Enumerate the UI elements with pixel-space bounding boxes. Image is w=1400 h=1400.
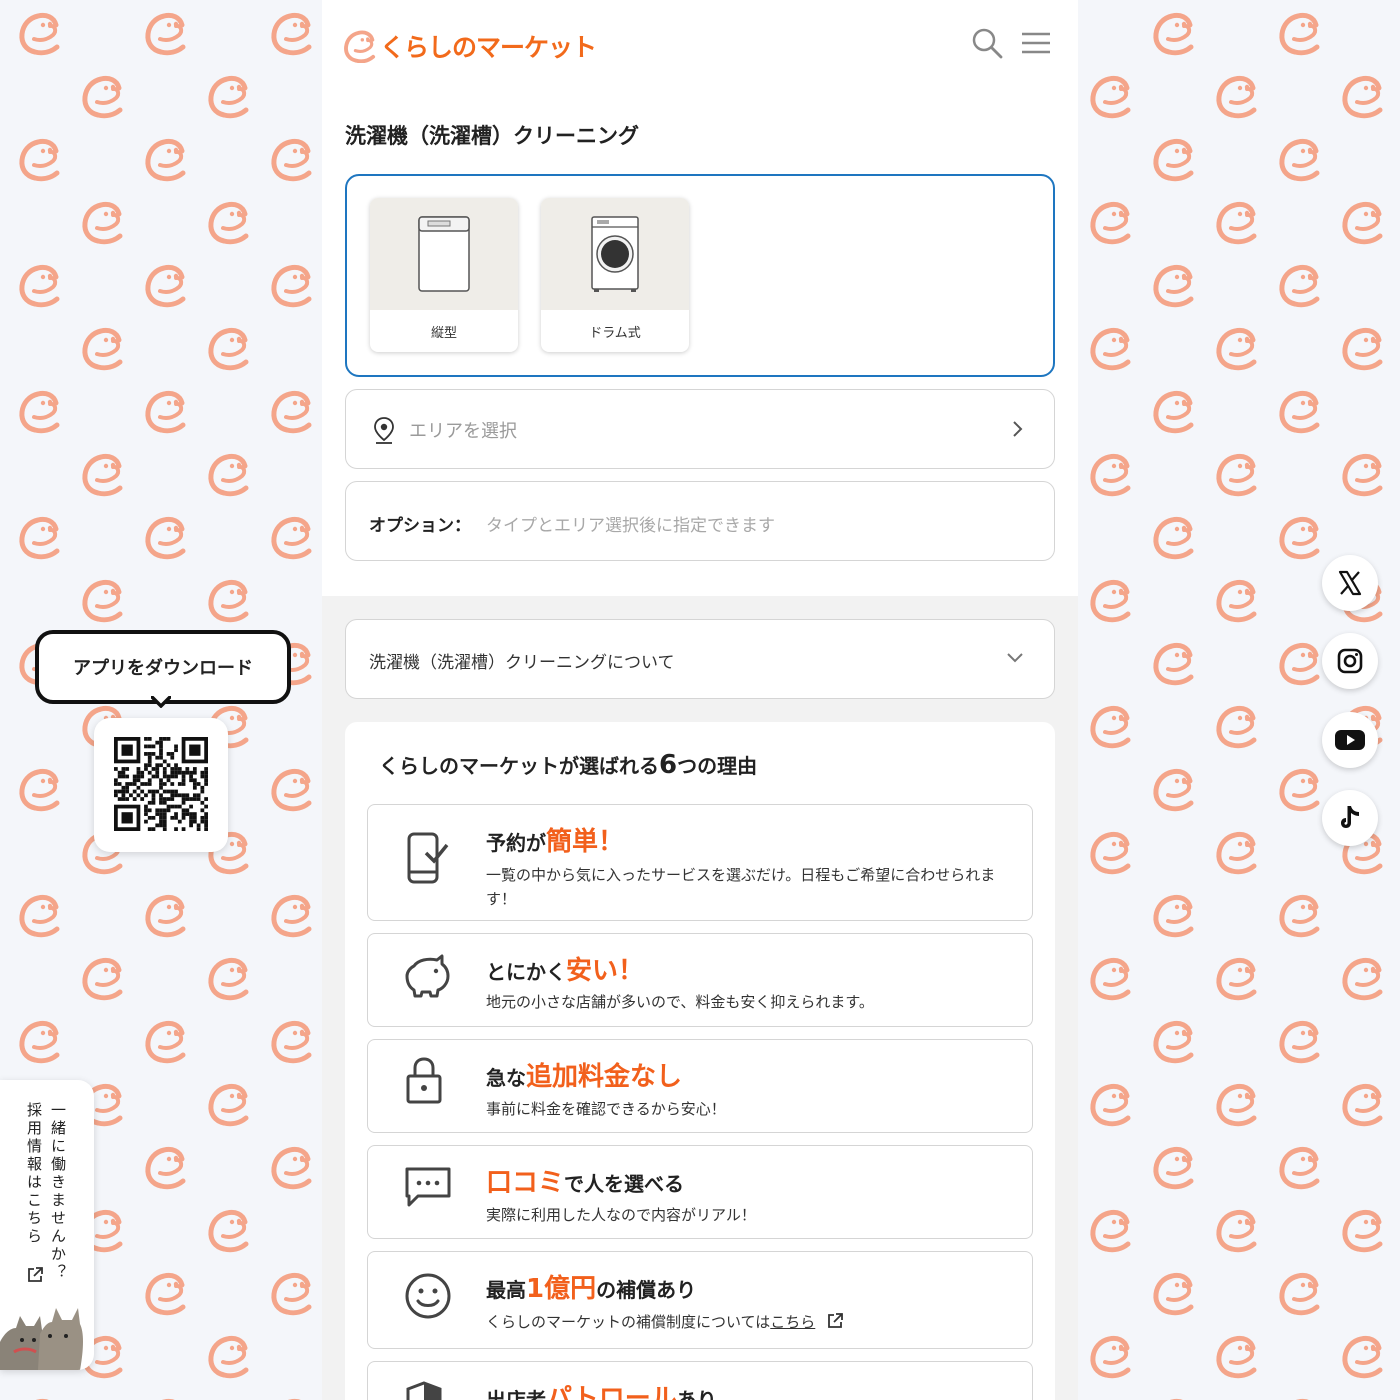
site-header: くらしのマーケット xyxy=(322,0,1078,86)
recruit-line1: 一緒に働きませんか？ xyxy=(49,1102,67,1282)
page-title: 洗濯機（洗濯槽）クリーニング xyxy=(345,124,639,148)
area-placeholder: エリアを選択 xyxy=(409,421,517,442)
x-icon xyxy=(1338,570,1362,596)
instagram-icon xyxy=(1337,648,1363,674)
recruit-tab[interactable]: 一緒に働きませんか？ 採用情報はこちら xyxy=(0,1080,94,1370)
youtube-link[interactable] xyxy=(1322,712,1378,768)
piggy-bank-icon xyxy=(405,954,450,998)
logo-text: くらしのマーケット xyxy=(380,33,597,62)
tiktok-link[interactable] xyxy=(1322,790,1378,846)
app-qr-card[interactable] xyxy=(94,718,228,852)
recruit-line2: 採用情報はこちら xyxy=(25,1102,43,1246)
external-link-icon xyxy=(28,1267,43,1282)
main-column: くらしのマーケット 洗濯機（洗濯槽）クリーニング 縦型 ドラム式 エリアを選択 … xyxy=(322,0,1078,1400)
reasons-section: くらしのマーケットが選ばれる6つの理由 予約が簡単！ 一覧の中から気に入ったサー… xyxy=(345,722,1055,1400)
app-download-bubble[interactable]: アプリをダウンロード xyxy=(35,630,291,704)
search-icon[interactable] xyxy=(970,26,1004,60)
qr-code xyxy=(114,737,208,831)
bubble-tail xyxy=(151,696,171,708)
cats-image xyxy=(0,1308,83,1370)
about-accordion[interactable]: 洗濯機（洗濯槽）クリーニングについて xyxy=(345,619,1055,699)
reason-item-easy-booking: 予約が簡単！ 一覧の中から気に入ったサービスを選ぶだけ。日程もご希望に合わせられ… xyxy=(367,804,1033,921)
reason-item-patrol: 出店者パトロールあり xyxy=(367,1361,1033,1400)
washer-type-selector: 縦型 ドラム式 xyxy=(345,174,1055,377)
reason-item-no-extra-fee: 急な追加料金なし 事前に料金を確認できるから安心！ xyxy=(367,1039,1033,1133)
brand-mark-icon xyxy=(344,30,376,63)
option-hint: タイプとエリア選択後に指定できます xyxy=(486,516,775,536)
compensation-link[interactable]: こちら xyxy=(770,1313,815,1331)
reason-item-reviews: 口コミで人を選べる 実際に利用した人なので内容がリアル！ xyxy=(367,1145,1033,1239)
x-link[interactable] xyxy=(1322,555,1378,611)
chevron-down-icon xyxy=(1007,653,1023,663)
type-label-vertical: 縦型 xyxy=(430,325,457,341)
shield-icon xyxy=(406,1381,442,1400)
top-load-washer-image xyxy=(370,198,518,310)
chevron-right-icon xyxy=(1013,421,1023,437)
lock-icon xyxy=(406,1057,442,1104)
smile-icon xyxy=(405,1273,451,1319)
instagram-link[interactable] xyxy=(1322,633,1378,689)
site-logo[interactable]: くらしのマーケット xyxy=(342,28,597,64)
phone-check-icon xyxy=(407,832,449,884)
option-field: オプション： タイプとエリア選択後に指定できます xyxy=(345,481,1055,561)
reason-item-cheap: とにかく安い！ 地元の小さな店舗が多いので、料金も安く抑えられます。 xyxy=(367,933,1033,1027)
area-selector[interactable]: エリアを選択 xyxy=(345,389,1055,469)
chat-bubble-icon xyxy=(405,1167,451,1207)
hamburger-menu-icon[interactable] xyxy=(1019,26,1053,60)
type-label-drum: ドラム式 xyxy=(589,325,641,341)
youtube-icon xyxy=(1335,730,1365,750)
external-link-icon[interactable] xyxy=(826,1312,844,1330)
location-pin-icon xyxy=(374,417,394,444)
reasons-title: くらしのマーケットが選ばれる6つの理由 xyxy=(379,750,758,780)
drum-washer-image xyxy=(541,198,689,310)
reason-item-compensation: 最高1億円の補償あり くらしのマーケットの補償制度についてはこちら xyxy=(367,1251,1033,1349)
tiktok-icon xyxy=(1341,806,1359,828)
option-label: オプション： xyxy=(369,516,471,536)
type-card-drum[interactable]: ドラム式 xyxy=(541,198,689,352)
about-label: 洗濯機（洗濯槽）クリーニングについて xyxy=(369,653,675,673)
type-card-vertical[interactable]: 縦型 xyxy=(370,198,518,352)
